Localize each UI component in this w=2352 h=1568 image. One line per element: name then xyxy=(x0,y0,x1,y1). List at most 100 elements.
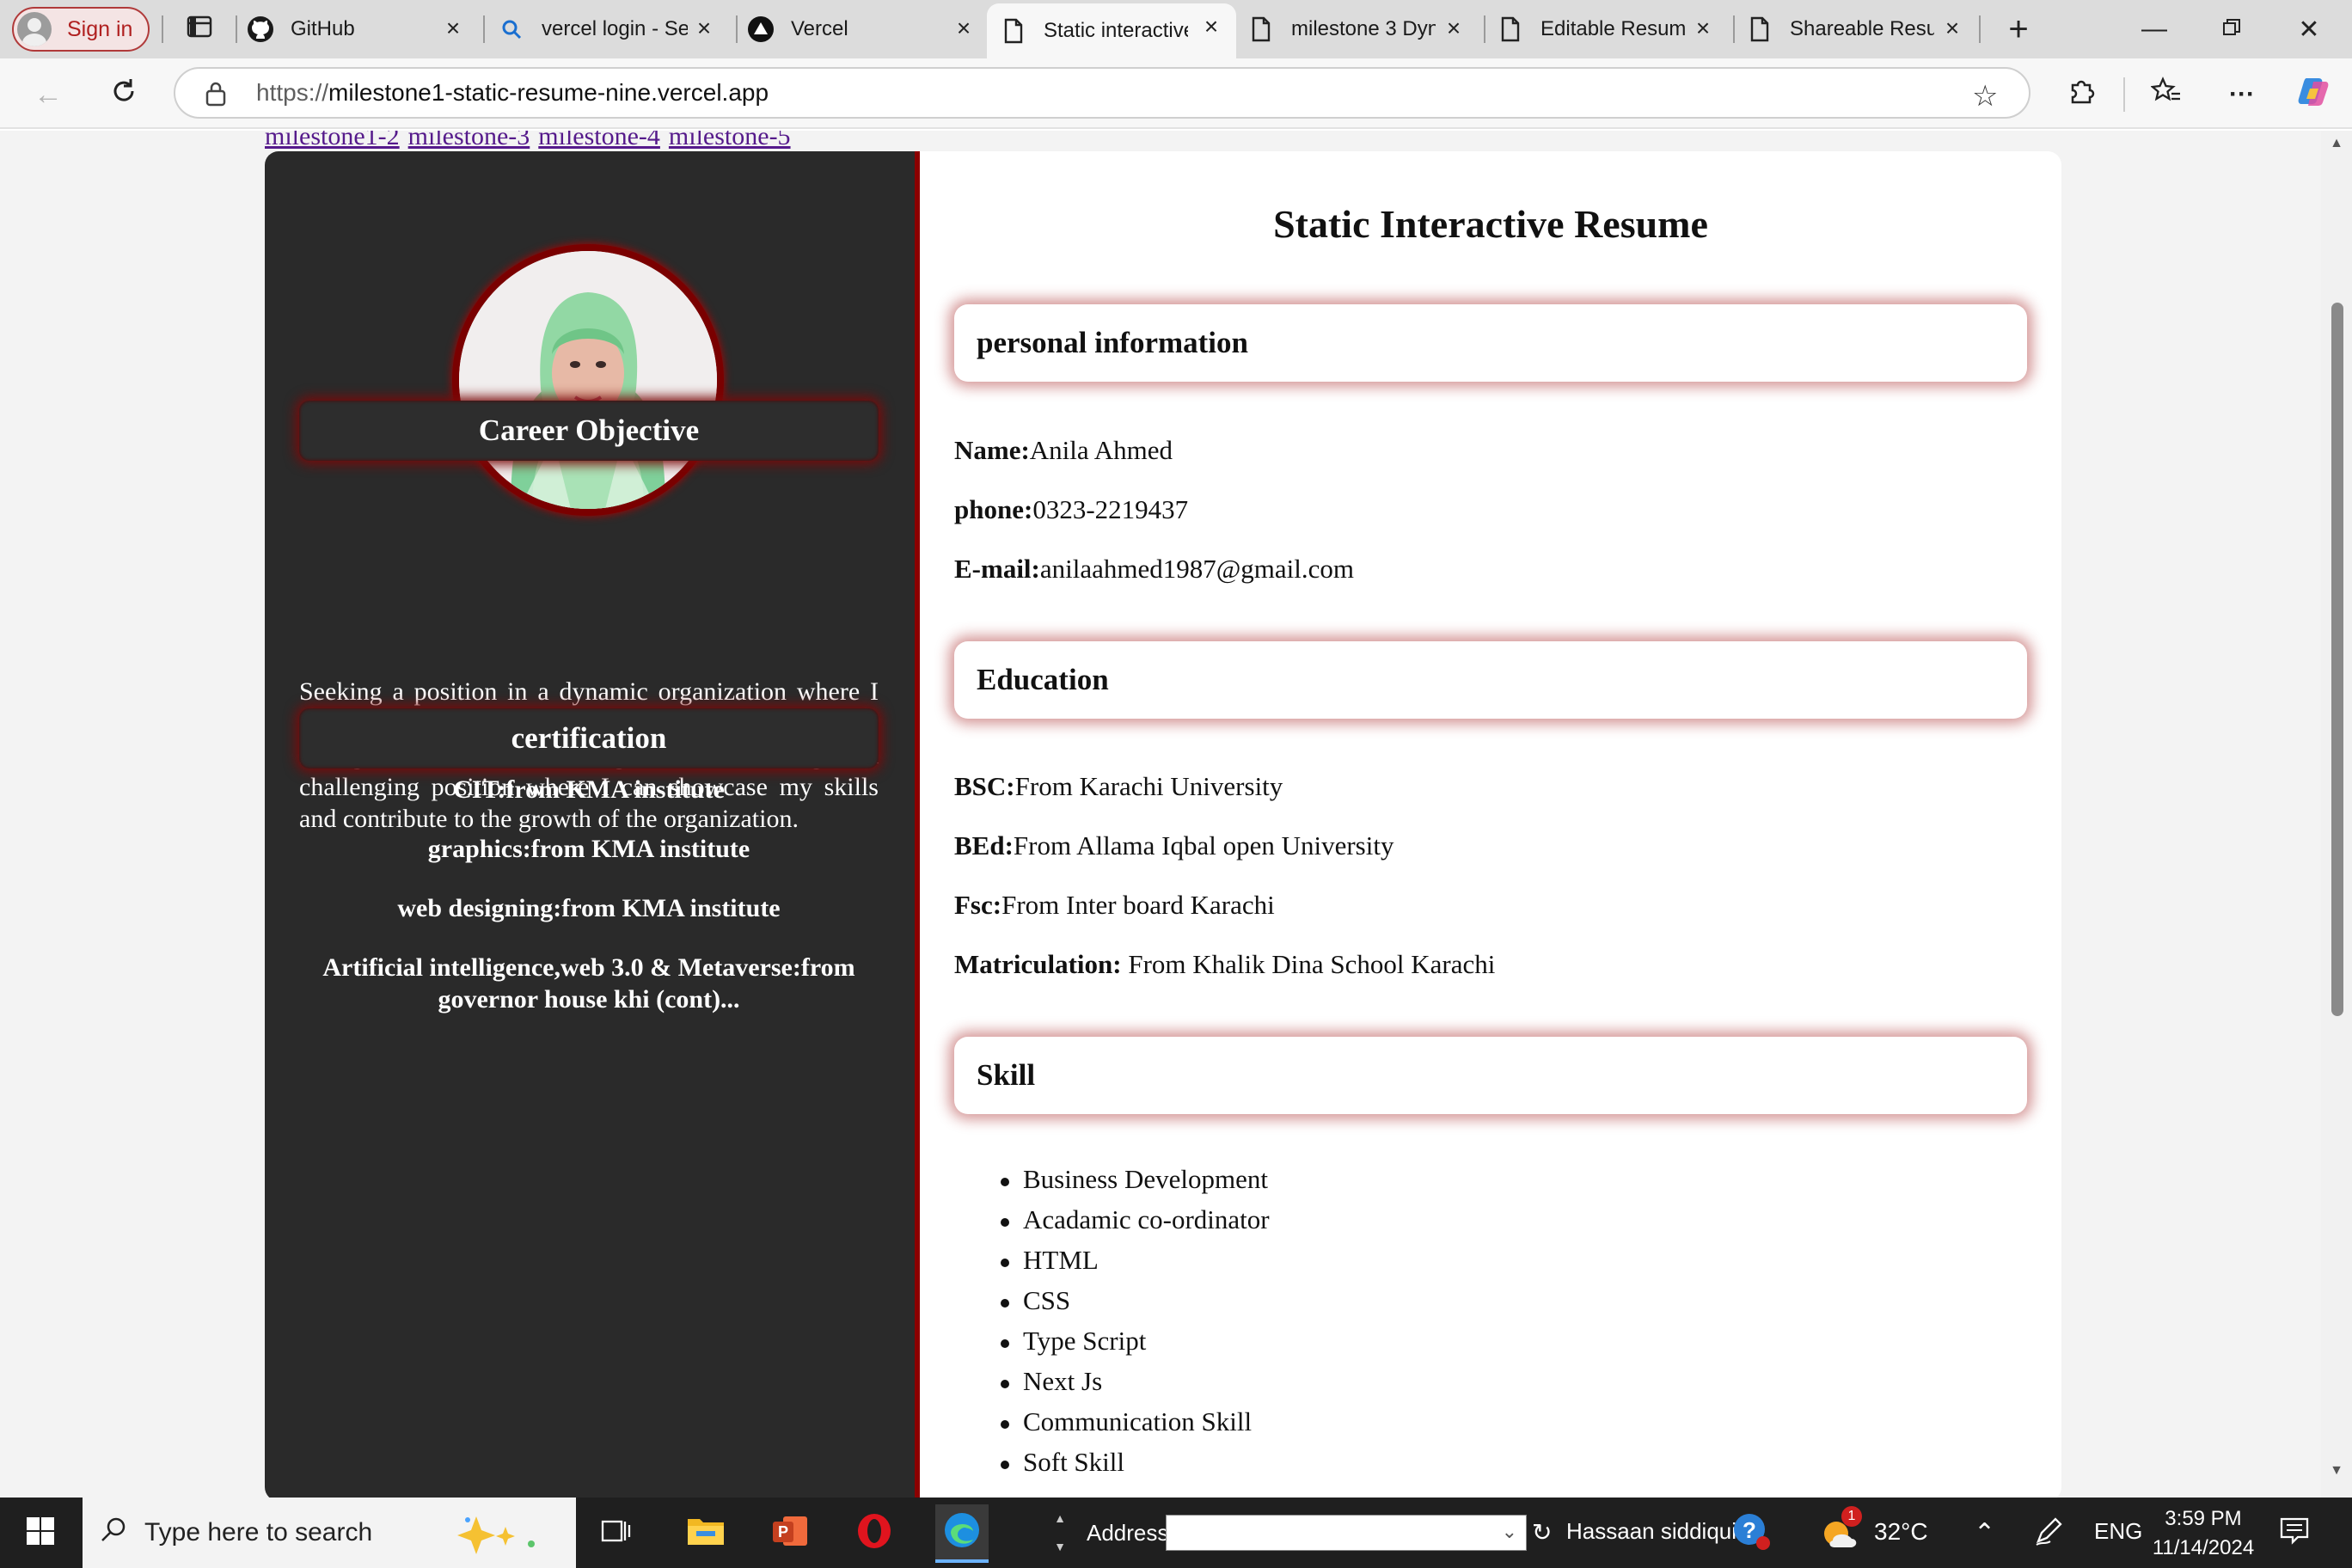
url-protocol: https:// xyxy=(256,79,329,106)
url-bar[interactable]: https://milestone1-static-resume-nine.ve… xyxy=(174,67,2030,119)
tab-label: GitHub xyxy=(291,17,355,40)
minimize-button[interactable]: — xyxy=(2120,7,2189,52)
info-value: From Karachi University xyxy=(1014,771,1283,801)
notification-icon xyxy=(2279,1516,2310,1550)
close-tab-icon[interactable]: × xyxy=(1441,15,1467,41)
close-window-button[interactable]: ✕ xyxy=(2275,7,2343,52)
list-item: Acadamic co-ordinator xyxy=(1001,1204,1270,1245)
pen-menu-button[interactable] xyxy=(2025,1510,2072,1556)
list-item: Communication Skill xyxy=(1001,1406,1270,1447)
restore-button[interactable] xyxy=(2197,7,2266,52)
vertical-scrollbar[interactable]: ▲ ▼ xyxy=(2321,131,2352,1498)
file-explorer-button[interactable] xyxy=(683,1510,729,1556)
sign-in-button[interactable]: Sign in xyxy=(12,7,150,52)
back-button[interactable]: ← xyxy=(24,70,72,119)
scrollbar-thumb[interactable] xyxy=(2331,303,2343,1016)
taskbar-search-box[interactable]: Type here to search xyxy=(83,1498,576,1568)
address-toolbar-input[interactable]: ⌄ xyxy=(1166,1515,1527,1551)
windows-logo-icon xyxy=(25,1516,56,1551)
tab-shareable-resume[interactable]: Shareable Resu × xyxy=(1745,5,1977,53)
lock-icon[interactable] xyxy=(205,81,227,111)
edge-button[interactable] xyxy=(935,1504,989,1563)
language-indicator[interactable]: ENG xyxy=(2094,1518,2142,1545)
personal-info-heading: personal information xyxy=(954,304,2027,382)
notifications-button[interactable] xyxy=(2271,1510,2318,1556)
tab-separator xyxy=(1484,15,1485,43)
profile-photo xyxy=(452,244,724,516)
milestone-link[interactable]: milestone1-2 xyxy=(265,131,400,150)
info-value: From Inter board Karachi xyxy=(1001,890,1275,920)
tab-vercel-login[interactable]: vercel login - Se × xyxy=(497,5,729,53)
weather-widget[interactable]: 1 xyxy=(1816,1506,1862,1556)
close-icon: ✕ xyxy=(2298,15,2320,44)
restore-icon xyxy=(2222,15,2241,44)
refresh-icon[interactable]: ↻ xyxy=(1532,1518,1552,1547)
start-button[interactable] xyxy=(17,1510,64,1556)
favorites-button[interactable] xyxy=(2142,70,2190,119)
close-tab-icon[interactable]: × xyxy=(691,15,717,41)
resume-sidebar: Career Objective Seeking a position in a… xyxy=(265,151,920,1498)
chevron-down-icon[interactable]: ⌄ xyxy=(1502,1521,1517,1543)
powerpoint-button[interactable]: P xyxy=(767,1510,813,1556)
close-tab-icon[interactable]: × xyxy=(1690,15,1716,41)
refresh-icon xyxy=(109,77,138,113)
task-view-icon xyxy=(601,1516,632,1550)
extensions-button[interactable] xyxy=(2058,70,2106,119)
close-tab-icon[interactable]: × xyxy=(1939,15,1965,41)
info-label: BSC: xyxy=(954,771,1015,801)
document-icon xyxy=(1496,15,1525,44)
refresh-button[interactable] xyxy=(100,70,148,119)
settings-more-button[interactable]: ··· xyxy=(2218,70,2266,119)
milestone-link[interactable]: milestone-5 xyxy=(669,131,791,150)
scroll-down-icon[interactable]: ▼ xyxy=(2328,1463,2345,1480)
help-button[interactable]: ? xyxy=(1728,1510,1774,1556)
tab-separator xyxy=(162,15,163,43)
info-label: Name: xyxy=(954,435,1030,465)
search-icon xyxy=(497,15,526,44)
puzzle-icon xyxy=(2067,77,2097,113)
minimize-icon: — xyxy=(2141,15,2167,43)
info-label: BEd: xyxy=(954,830,1014,861)
tab-vercel[interactable]: Vercel × xyxy=(746,5,989,53)
document-icon xyxy=(1745,15,1774,44)
close-tab-icon[interactable]: × xyxy=(440,15,466,41)
tab-editable-resume[interactable]: Editable Resum × xyxy=(1496,5,1728,53)
info-value: From Allama Iqbal open University xyxy=(1013,830,1394,861)
svg-text:P: P xyxy=(778,1523,788,1540)
scroll-up-icon[interactable]: ▲ xyxy=(2328,136,2345,153)
windows-taskbar: Type here to search P ▲ ▼ Address ⌄ ↻ Has… xyxy=(0,1498,2352,1568)
close-tab-icon[interactable]: × xyxy=(1198,14,1224,40)
clock[interactable]: 3:59 PM 11/14/2024 xyxy=(2147,1504,2259,1563)
svg-text:?: ? xyxy=(1743,1517,1756,1543)
pen-icon xyxy=(2033,1516,2064,1551)
close-tab-icon[interactable]: × xyxy=(951,15,977,41)
sign-in-label: Sign in xyxy=(67,16,133,41)
milestone-link[interactable]: milestone-3 xyxy=(408,131,530,150)
tab-actions-button[interactable] xyxy=(172,5,227,53)
tab-github[interactable]: GitHub × xyxy=(246,5,478,53)
new-tab-button[interactable]: + xyxy=(1984,7,2053,52)
search-icon xyxy=(100,1516,127,1550)
show-hidden-icons-chevron-icon[interactable]: ⌃ xyxy=(1974,1518,1995,1548)
education-row: Matriculation: From Khalik Dina School K… xyxy=(954,949,1495,980)
resume-main: Static Interactive Resume personal infor… xyxy=(920,151,2061,1498)
copilot-button[interactable] xyxy=(2290,70,2338,119)
certification-item: graphics:from KMA institute xyxy=(427,835,750,863)
toolbar-scroll-arrows[interactable]: ▲ ▼ xyxy=(1050,1504,1069,1561)
clock-date: 11/14/2024 xyxy=(2152,1536,2255,1559)
tab-actions-icon xyxy=(187,15,212,45)
list-item: Next Js xyxy=(1001,1366,1270,1406)
tab-milestone-3[interactable]: milestone 3 Dyn × xyxy=(1246,5,1479,53)
favorites-icon xyxy=(2150,76,2182,113)
list-item: HTML xyxy=(1001,1245,1270,1285)
url-text[interactable]: https://milestone1-static-resume-nine.ve… xyxy=(256,79,769,107)
tab-static-interactive[interactable]: Static interactive × xyxy=(987,3,1236,58)
tab-separator xyxy=(236,15,237,43)
opera-button[interactable] xyxy=(851,1510,897,1556)
more-dots-icon: ··· xyxy=(2229,80,2255,108)
milestone-link[interactable]: milestone-4 xyxy=(538,131,660,150)
search-placeholder: Type here to search xyxy=(144,1518,373,1547)
task-view-button[interactable] xyxy=(593,1510,640,1556)
favorite-star-icon[interactable]: ☆ xyxy=(1972,79,1998,113)
user-name: Hassaan siddiqui xyxy=(1566,1518,1737,1544)
